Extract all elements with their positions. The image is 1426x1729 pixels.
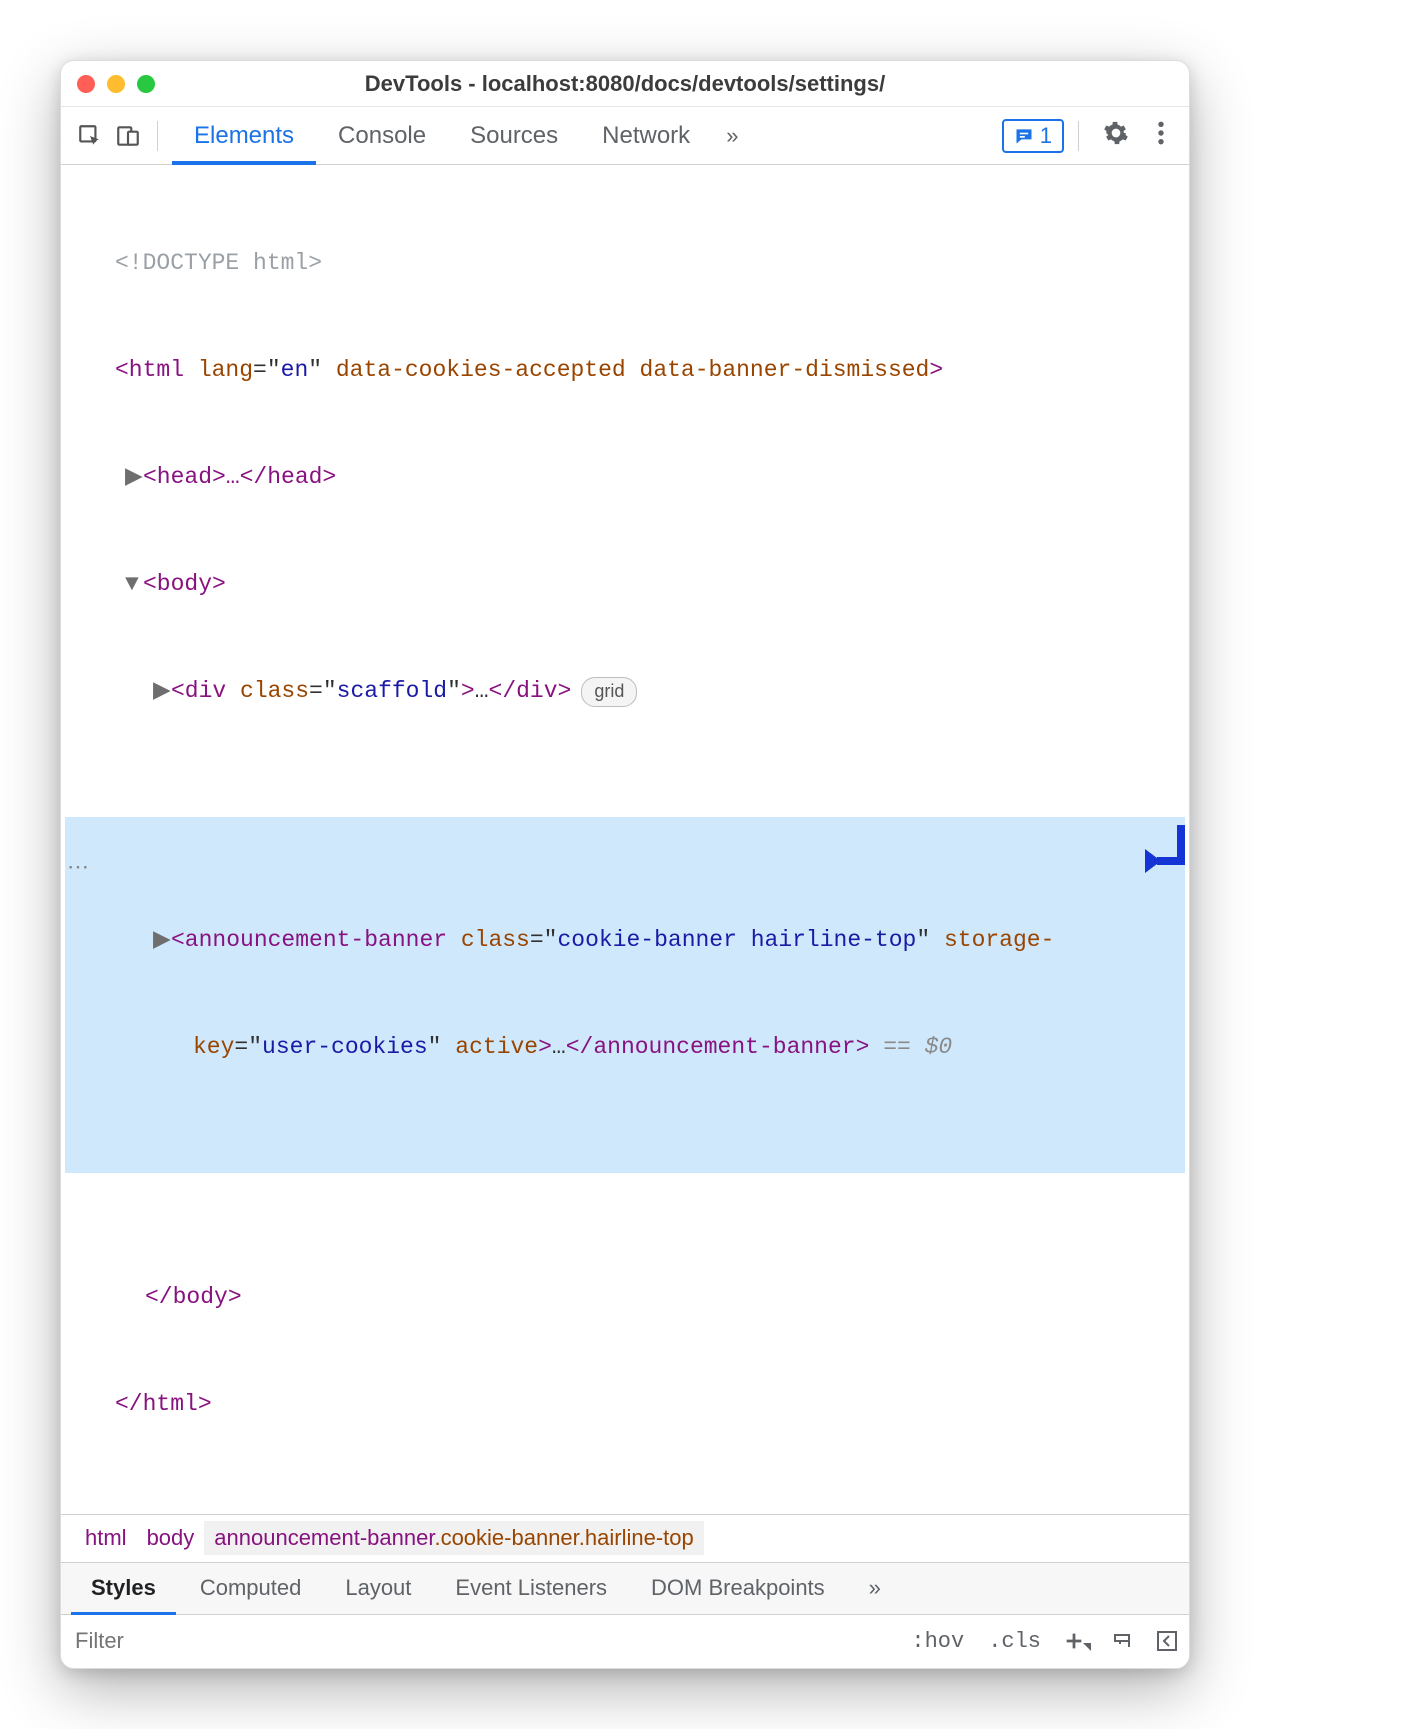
context-ellipsis-icon[interactable]: ⋯ (67, 852, 91, 886)
toolbar-divider (1078, 121, 1079, 151)
tab-console[interactable]: Console (316, 107, 448, 164)
cls-toggle[interactable]: .cls (976, 1629, 1053, 1654)
computed-styles-toggle-icon[interactable] (1145, 1629, 1189, 1653)
paint-bucket-icon[interactable] (1101, 1629, 1145, 1653)
device-toolbar-icon[interactable] (113, 121, 143, 151)
inspect-element-icon[interactable] (75, 121, 105, 151)
dom-body-close[interactable]: </body> (65, 1280, 1185, 1316)
main-toolbar: Elements Console Sources Network » 1 (61, 107, 1189, 165)
breadcrumb: html body announcement-banner.cookie-ban… (61, 1514, 1189, 1562)
dom-html-close[interactable]: </html> (65, 1387, 1185, 1423)
panel-tabs: Elements Console Sources Network (172, 107, 712, 164)
tab-sources[interactable]: Sources (448, 107, 580, 164)
console-reference-label: == $0 (869, 1030, 952, 1066)
window-maximize-button[interactable] (137, 75, 155, 93)
subtab-computed[interactable]: Computed (180, 1563, 322, 1614)
subtabs-overflow-icon[interactable]: » (849, 1563, 901, 1614)
issues-count-value: 1 (1040, 123, 1052, 149)
annotation-arrow-icon (1131, 817, 1190, 889)
styles-filter-bar: :hov .cls (61, 1614, 1189, 1668)
breadcrumb-html[interactable]: html (75, 1521, 137, 1555)
toolbar-divider (157, 121, 158, 151)
styles-filter-input[interactable] (61, 1628, 899, 1654)
dom-html-open[interactable]: <html lang="en" data-cookies-accepted da… (65, 353, 1185, 389)
subtab-layout[interactable]: Layout (325, 1563, 431, 1614)
disclosure-right-icon[interactable]: ▶ (153, 923, 171, 959)
tabs-overflow-icon[interactable]: » (720, 123, 744, 149)
disclosure-right-icon[interactable]: ▶ (125, 460, 143, 496)
dom-tree[interactable]: <!DOCTYPE html> <html lang="en" data-coo… (61, 165, 1189, 1514)
window-title: DevTools - localhost:8080/docs/devtools/… (61, 71, 1189, 97)
breadcrumb-selected[interactable]: announcement-banner.cookie-banner.hairli… (204, 1521, 703, 1555)
subtab-event-listeners[interactable]: Event Listeners (435, 1563, 627, 1614)
hov-toggle[interactable]: :hov (899, 1629, 976, 1654)
disclosure-down-icon[interactable]: ▼ (125, 567, 143, 603)
settings-icon[interactable] (1093, 120, 1139, 152)
issues-counter[interactable]: 1 (1002, 119, 1064, 153)
window-minimize-button[interactable] (107, 75, 125, 93)
devtools-window: DevTools - localhost:8080/docs/devtools/… (60, 60, 1190, 1669)
dom-body-open[interactable]: ▼<body> (65, 567, 1185, 603)
traffic-lights (77, 75, 155, 93)
window-close-button[interactable] (77, 75, 95, 93)
more-menu-icon[interactable] (1147, 120, 1175, 152)
tab-network[interactable]: Network (580, 107, 712, 164)
tab-elements[interactable]: Elements (172, 107, 316, 164)
dom-head-collapsed[interactable]: ▶<head>…</head> (65, 460, 1185, 496)
new-style-rule-icon[interactable] (1053, 1630, 1101, 1652)
dom-selected-node[interactable]: ⋯ ▶<announcement-banner class="cookie-ba… (65, 817, 1185, 1173)
styles-tabbar: Styles Computed Layout Event Listeners D… (61, 1562, 1189, 1614)
dom-doctype[interactable]: <!DOCTYPE html> (65, 246, 1185, 282)
disclosure-right-icon[interactable]: ▶ (153, 674, 171, 710)
subtab-dom-breakpoints[interactable]: DOM Breakpoints (631, 1563, 845, 1614)
layout-badge-grid[interactable]: grid (581, 677, 637, 707)
dom-div-scaffold[interactable]: ▶<div class="scaffold">…</div>grid (65, 674, 1185, 710)
chat-icon (1014, 126, 1034, 146)
titlebar: DevTools - localhost:8080/docs/devtools/… (61, 61, 1189, 107)
breadcrumb-body[interactable]: body (137, 1521, 205, 1555)
subtab-styles[interactable]: Styles (71, 1563, 176, 1614)
